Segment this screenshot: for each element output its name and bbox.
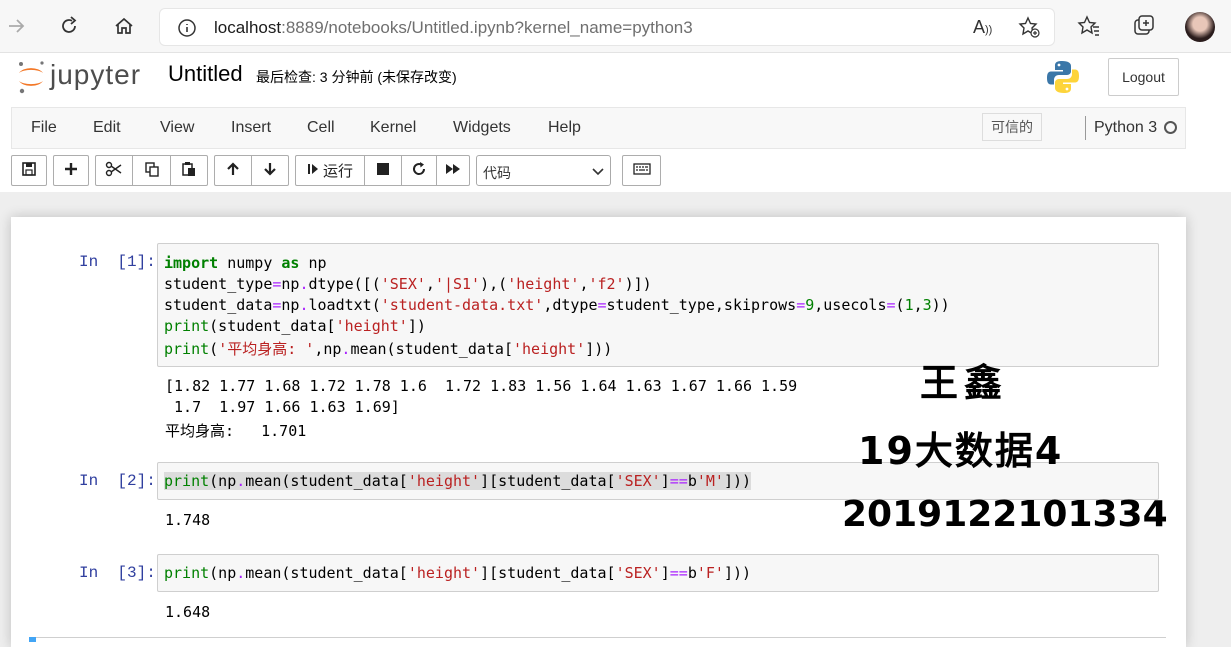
refresh-icon[interactable]: [55, 12, 83, 40]
cell-3-output: 1.648: [165, 603, 211, 621]
kernel-status-icon: [1164, 121, 1177, 134]
url-path: :8889/notebooks/Untitled.ipynb?kernel_na…: [281, 18, 693, 37]
paste-button[interactable]: [170, 155, 208, 186]
copy-button[interactable]: [132, 155, 171, 186]
save-icon: [21, 161, 37, 181]
logout-button[interactable]: Logout: [1108, 58, 1179, 96]
insert-cell-button[interactable]: [53, 155, 89, 186]
menu-edit[interactable]: Edit: [93, 119, 121, 137]
restart-button[interactable]: [401, 155, 437, 186]
stop-icon: [377, 162, 389, 179]
jupyter-logo-icon[interactable]: [16, 60, 46, 99]
run-label: 运行: [322, 163, 353, 180]
save-button[interactable]: [11, 155, 47, 186]
kernel-name[interactable]: Python 3: [1094, 119, 1157, 137]
cell-type-select[interactable]: 代码: [476, 155, 611, 186]
copy-icon: [144, 161, 160, 181]
collections-icon[interactable]: [1130, 12, 1158, 40]
menu-file[interactable]: File: [31, 119, 57, 137]
step-forward-icon: [307, 162, 319, 180]
site-info-icon[interactable]: [177, 18, 197, 43]
cut-button[interactable]: [95, 155, 133, 186]
menu-cell[interactable]: Cell: [307, 119, 335, 137]
restart-icon: [411, 161, 427, 181]
chevron-down-icon: [592, 164, 604, 180]
cell-1-line-2: student_type=np.dtype([('SEX','|S1'),('h…: [164, 275, 652, 293]
cell-1-output-line-2: 1.7 1.97 1.66 1.63 1.69]: [165, 398, 400, 416]
cell-2-output: 1.748: [165, 511, 211, 529]
cell-3-line-1: print(np.mean(student_data['height'][stu…: [164, 564, 752, 582]
read-aloud-icon[interactable]: A)): [973, 17, 992, 38]
fast-forward-icon: [445, 162, 461, 180]
handwritten-student-id: 2019122101334: [842, 494, 1168, 535]
command-palette-button[interactable]: [622, 155, 661, 186]
arrow-up-icon: [225, 161, 241, 181]
run-button[interactable]: 运行: [295, 155, 365, 186]
menu-kernel[interactable]: Kernel: [370, 119, 416, 137]
cell-1-line-1: import numpy as np: [164, 254, 327, 272]
handwritten-name: 王鑫: [920, 361, 1009, 405]
cell-1-line-5: print('平均身高: ',np.mean(student_data['hei…: [164, 340, 613, 358]
handwritten-class: 19大数据4: [858, 429, 1064, 473]
plus-icon: [63, 161, 79, 181]
checkpoint-status: 最后检查: 3 分钟前 (未保存改变): [256, 69, 457, 85]
profile-avatar[interactable]: [1185, 12, 1215, 42]
paste-icon: [181, 161, 197, 181]
address-bar[interactable]: localhost:8889/notebooks/Untitled.ipynb?…: [159, 8, 1055, 46]
cell-1-output-line-3: 平均身高: 1.701: [165, 422, 307, 440]
restart-run-all-button[interactable]: [436, 155, 470, 186]
cell-2-line-1: print(np.mean(student_data['height'][stu…: [164, 472, 752, 490]
jupyter-logo-text[interactable]: jupyter: [50, 59, 141, 91]
notebook-title[interactable]: Untitled: [168, 61, 243, 87]
keyboard-icon: [632, 162, 651, 179]
kernel-separator: [1085, 116, 1086, 140]
home-icon[interactable]: [110, 12, 138, 40]
cell-type-value: 代码: [483, 165, 511, 181]
forward-icon[interactable]: [2, 12, 30, 40]
favorites-icon[interactable]: [1075, 12, 1103, 40]
browser-toolbar: localhost:8889/notebooks/Untitled.ipynb?…: [0, 0, 1231, 53]
menu-help[interactable]: Help: [548, 119, 581, 137]
url-host: localhost: [214, 18, 282, 37]
scissors-icon: [105, 161, 123, 181]
next-cell-edge[interactable]: [29, 637, 1166, 642]
arrow-down-icon: [262, 161, 278, 181]
move-down-button[interactable]: [251, 155, 289, 186]
menu-view[interactable]: View: [160, 119, 194, 137]
add-favorite-icon[interactable]: [1017, 15, 1041, 44]
interrupt-button[interactable]: [364, 155, 402, 186]
cell-1-prompt: In [1]:: [79, 253, 156, 271]
url-text: localhost:8889/notebooks/Untitled.ipynb?…: [214, 18, 693, 38]
cell-1-line-4: print(student_data['height']): [164, 317, 426, 335]
menu-insert[interactable]: Insert: [231, 119, 271, 137]
cell-2-prompt: In [2]:: [79, 472, 156, 490]
cell-3-prompt: In [3]:: [79, 564, 156, 582]
cell-3-code-editor[interactable]: print(np.mean(student_data['height'][stu…: [157, 554, 1159, 592]
cell-1-output-line-1: [1.82 1.77 1.68 1.72 1.78 1.6 1.72 1.83 …: [165, 377, 798, 395]
cell-1-line-3: student_data=np.loadtxt('student-data.tx…: [164, 296, 950, 314]
cell-1-code-editor[interactable]: import numpy as np student_type=np.dtype…: [157, 243, 1159, 367]
selected-cell-indicator: [29, 637, 36, 642]
python-logo-icon: [1045, 59, 1081, 100]
menu-widgets[interactable]: Widgets: [453, 119, 511, 137]
trusted-indicator[interactable]: 可信的: [982, 113, 1042, 141]
move-up-button[interactable]: [214, 155, 252, 186]
